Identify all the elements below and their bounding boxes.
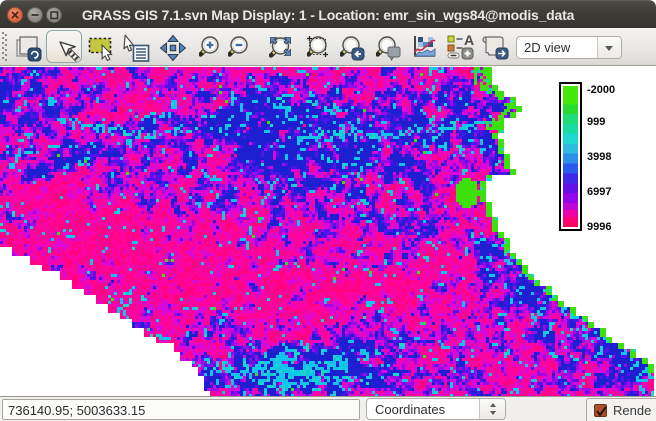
svg-text:A: A xyxy=(464,34,474,48)
